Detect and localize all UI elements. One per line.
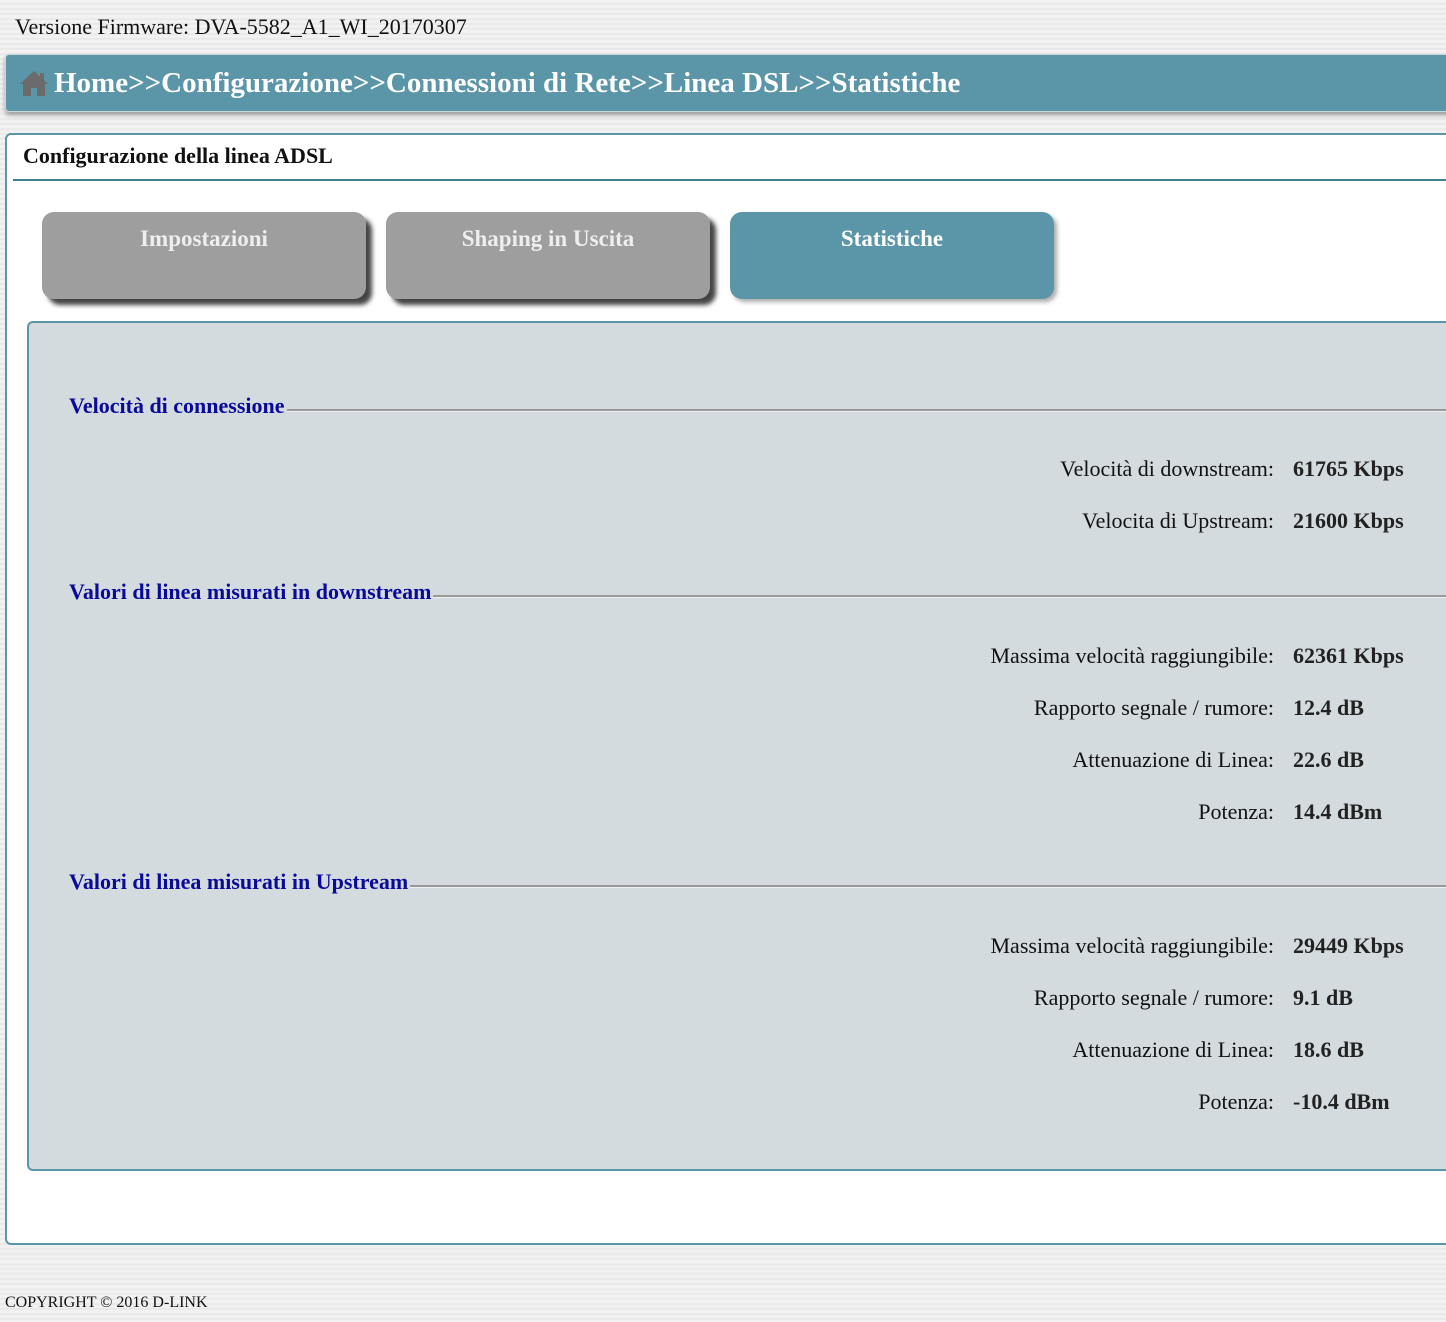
home-icon[interactable]	[18, 67, 50, 99]
breadcrumb: Home>>Configurazione>>Connessioni di Ret…	[5, 54, 1446, 112]
stat-label: Massima velocità raggiungibile:	[990, 933, 1275, 958]
stat-value: 18.6 dB	[1293, 1037, 1364, 1062]
tab-impostazioni[interactable]: Impostazioni	[42, 212, 366, 299]
stat-value: -10.4 dBm	[1293, 1089, 1390, 1114]
main-container: Configurazione della linea ADSL Impostaz…	[5, 133, 1446, 1245]
stat-label: Attenuazione di Linea:	[1072, 747, 1274, 772]
stat-value: 9.1 dB	[1293, 985, 1353, 1010]
section-title: Velocità di connessione	[69, 393, 287, 419]
stat-value: 62361 Kbps	[1293, 643, 1404, 668]
copyright: COPYRIGHT © 2016 D-LINK	[5, 1294, 208, 1311]
stat-value: 12.4 dB	[1293, 695, 1364, 720]
section-connection-speed: Velocità di connessione	[69, 393, 1446, 423]
section-title: Valori di linea misurati in Upstream	[69, 869, 411, 895]
stat-label: Velocita di Upstream:	[1082, 508, 1274, 533]
section-title: Valori di linea misurati in downstream	[69, 579, 434, 605]
stat-value: 61765 Kbps	[1293, 456, 1404, 481]
section-downstream: Valori di linea misurati in downstream	[69, 579, 1446, 609]
tab-shaping-in-uscita[interactable]: Shaping in Uscita	[386, 212, 710, 299]
stat-label: Rapporto segnale / rumore:	[1033, 695, 1274, 720]
statistics-panel: Velocità di connessione Velocità di down…	[27, 321, 1446, 1171]
stat-value: 21600 Kbps	[1293, 508, 1404, 533]
stat-label: Velocità di downstream:	[1060, 456, 1274, 481]
breadcrumb-path[interactable]: Home>>Configurazione>>Connessioni di Ret…	[54, 67, 960, 100]
title-divider	[13, 179, 1446, 181]
stat-label: Potenza:	[1198, 1089, 1274, 1114]
stat-label: Massima velocità raggiungibile:	[990, 643, 1275, 668]
section-upstream: Valori di linea misurati in Upstream	[69, 869, 1446, 899]
stat-label: Potenza:	[1198, 799, 1274, 824]
stat-label: Attenuazione di Linea:	[1072, 1037, 1274, 1062]
stat-label: Rapporto segnale / rumore:	[1033, 985, 1274, 1010]
tab-statistiche[interactable]: Statistiche	[730, 212, 1054, 299]
stat-value: 14.4 dBm	[1293, 799, 1383, 824]
stat-value: 29449 Kbps	[1293, 933, 1404, 958]
page-title: Configurazione della linea ADSL	[23, 143, 333, 168]
stat-value: 22.6 dB	[1293, 747, 1364, 772]
firmware-version: Versione Firmware: DVA-5582_A1_WI_201703…	[15, 14, 467, 39]
